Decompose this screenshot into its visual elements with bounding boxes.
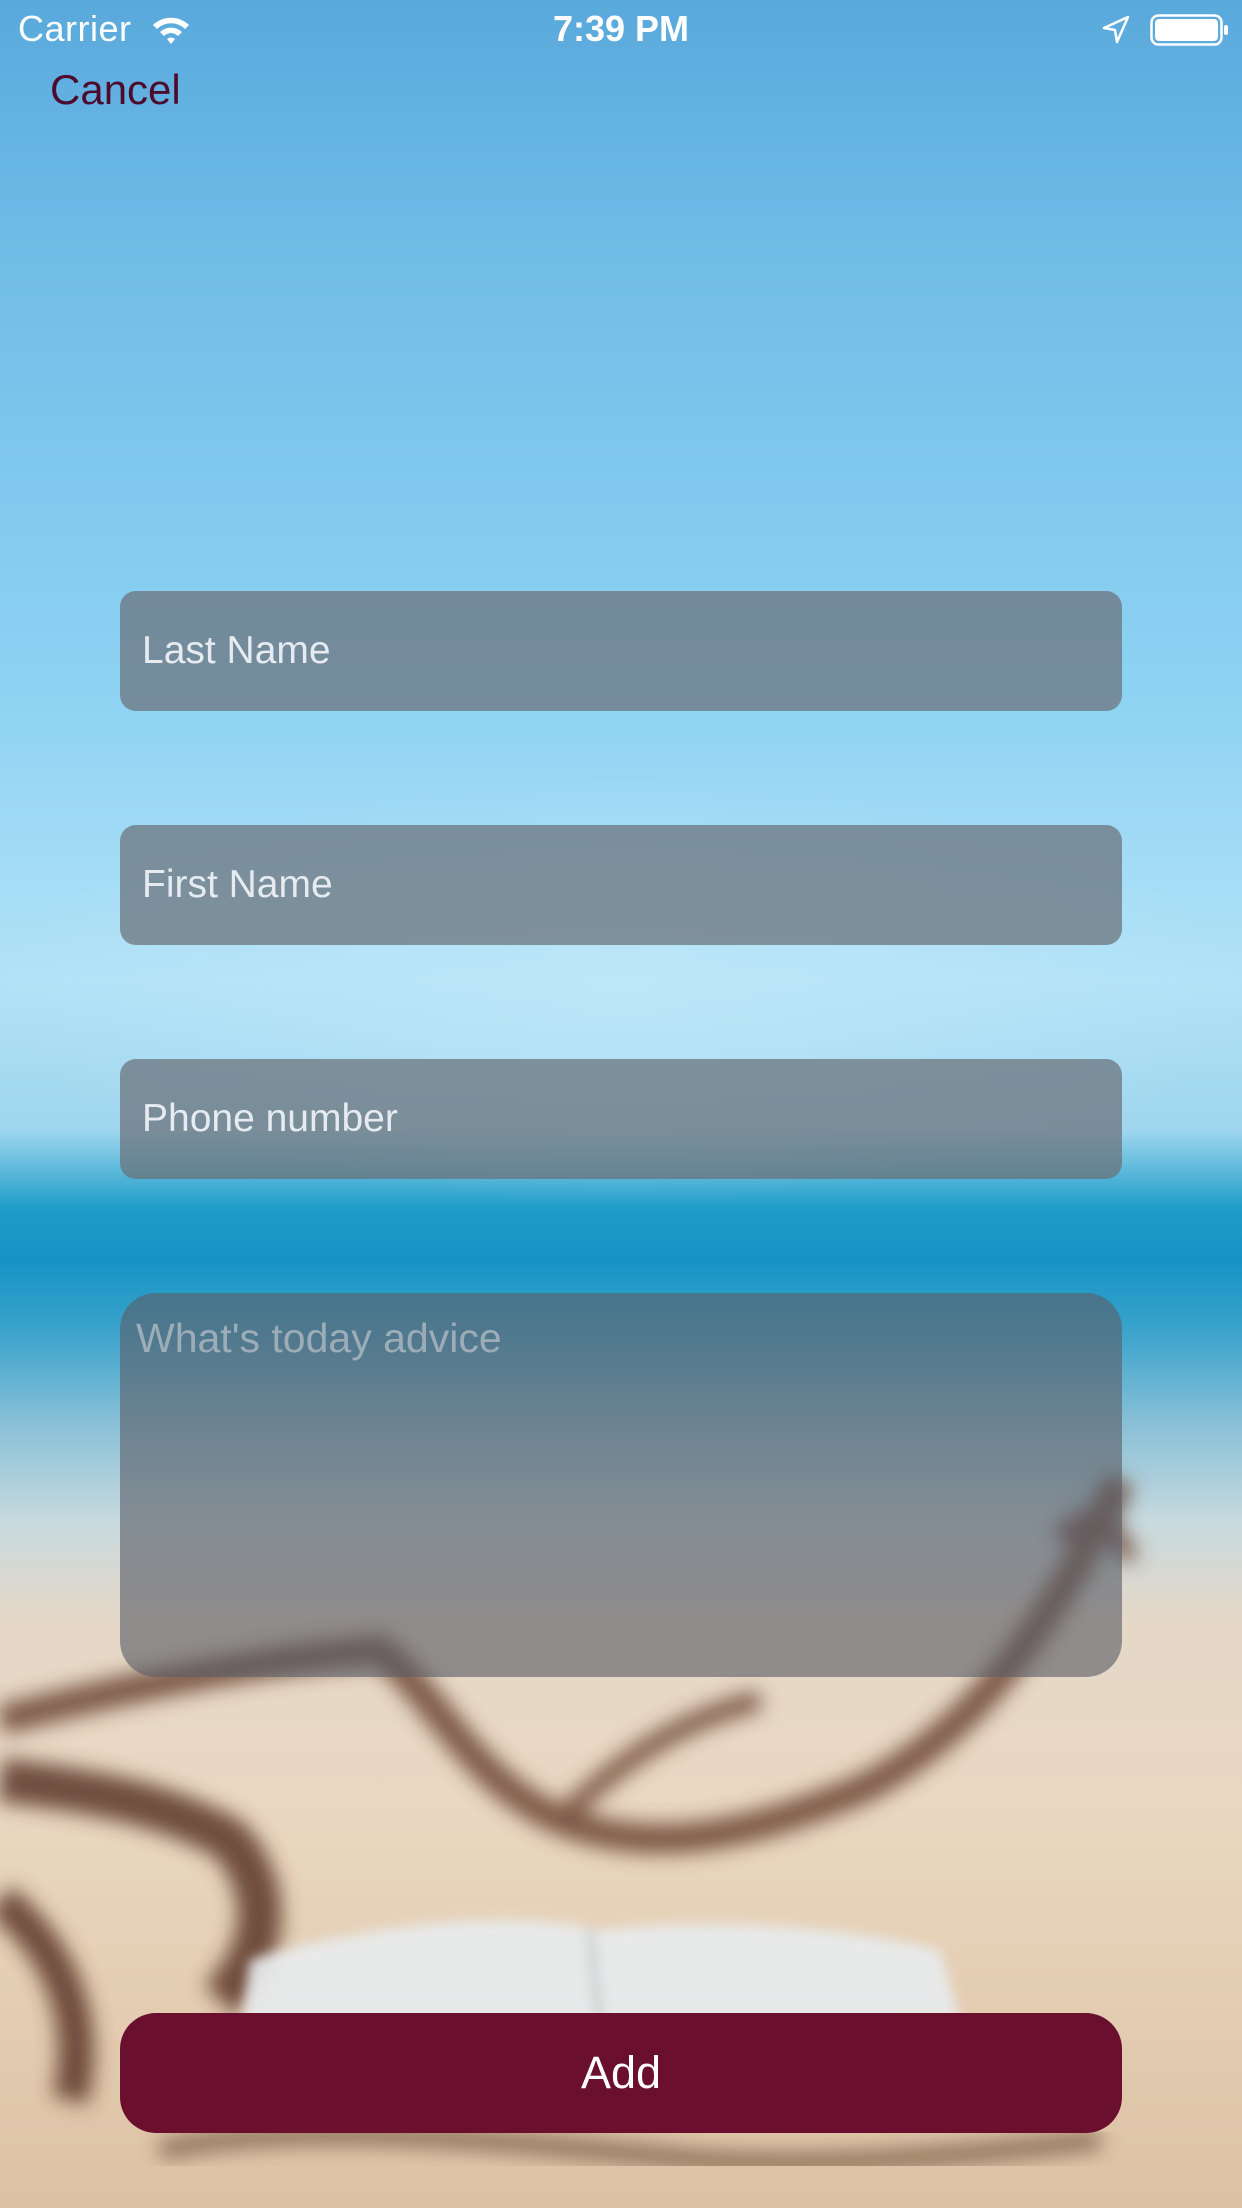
first-name-placeholder: First Name	[142, 863, 333, 906]
clock: 7:39 PM	[552, 8, 690, 49]
location-arrow-icon	[1102, 15, 1130, 44]
status-bar: Carrier 7:39 PM	[0, 0, 1242, 60]
first-name-field[interactable]: First Name	[120, 825, 1122, 945]
last-name-placeholder: Last Name	[142, 629, 331, 672]
phone-number-placeholder: Phone number	[142, 1097, 398, 1140]
phone-number-field[interactable]: Phone number	[120, 1059, 1122, 1179]
battery-full-icon	[1150, 14, 1228, 46]
advice-placeholder: What's today advice	[136, 1315, 502, 1361]
add-button[interactable]: Add	[120, 2013, 1122, 2133]
last-name-field[interactable]: Last Name	[120, 591, 1122, 711]
advice-text-area[interactable]: What's today advice	[120, 1293, 1122, 1677]
cancel-button[interactable]: Cancel	[50, 66, 181, 114]
